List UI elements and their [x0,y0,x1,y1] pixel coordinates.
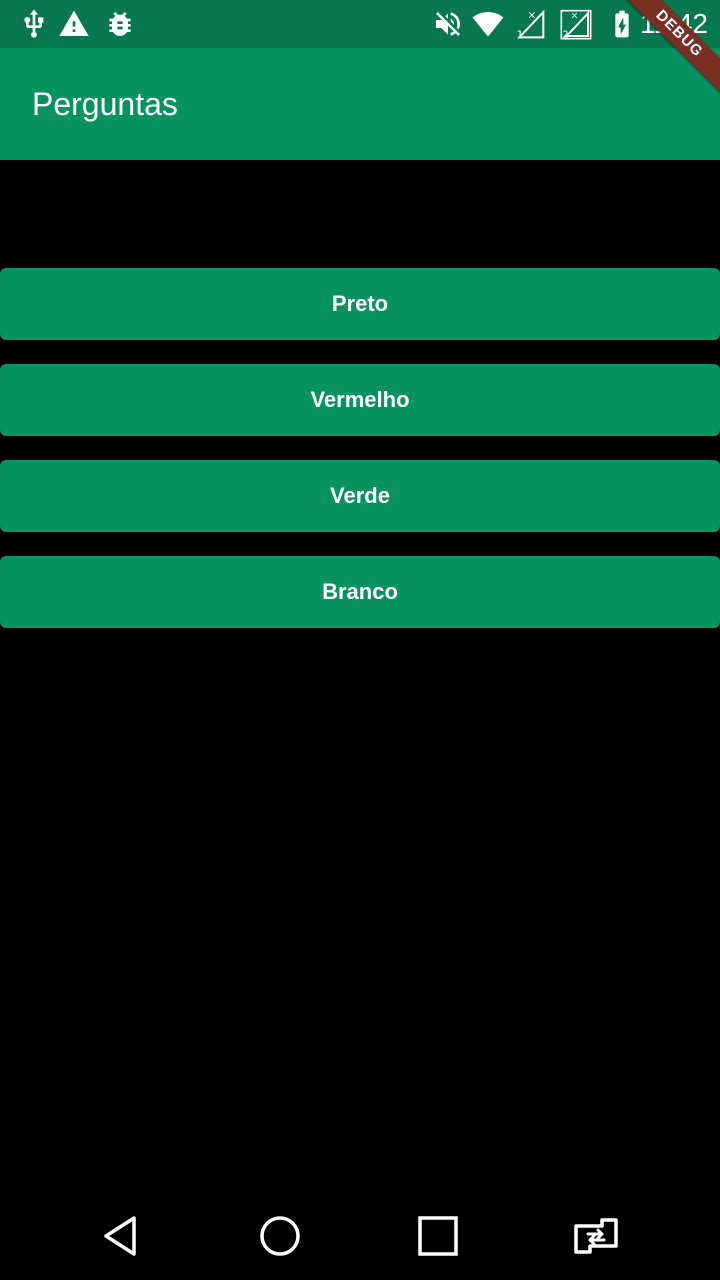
mute-icon [436,12,460,36]
battery-charging-icon [615,10,629,38]
status-bar: 1 × 2 × 11:42 [0,0,720,48]
answer-button-vermelho[interactable]: Vermelho [0,364,720,436]
back-icon[interactable] [96,1212,144,1260]
answers-list: Preto Vermelho Verde Branco [0,268,720,652]
rotate-icon[interactable] [572,1212,620,1260]
warning-icon [59,10,89,36]
android-debug-icon [109,12,131,36]
svg-text:×: × [527,9,536,22]
svg-text:×: × [571,11,579,22]
page-title: Perguntas [32,86,178,122]
wifi-icon [472,12,504,37]
navigation-bar [0,1192,720,1280]
home-icon[interactable] [256,1212,304,1260]
answer-button-branco[interactable]: Branco [0,556,720,628]
recents-icon[interactable] [414,1212,462,1260]
signal-sim2-icon: 2 × [560,9,592,40]
signal-sim1-icon: 1 × [517,9,545,40]
svg-text:1: 1 [517,29,524,40]
answer-button-preto[interactable]: Preto [0,268,720,340]
svg-text:2: 2 [563,29,569,40]
app-bar: Perguntas [0,48,720,160]
answer-button-verde[interactable]: Verde [0,460,720,532]
app-screen: 1 × 2 × 11:42 Perguntas DEBUG Preto Verm… [0,0,720,1280]
usb-icon [24,9,44,38]
